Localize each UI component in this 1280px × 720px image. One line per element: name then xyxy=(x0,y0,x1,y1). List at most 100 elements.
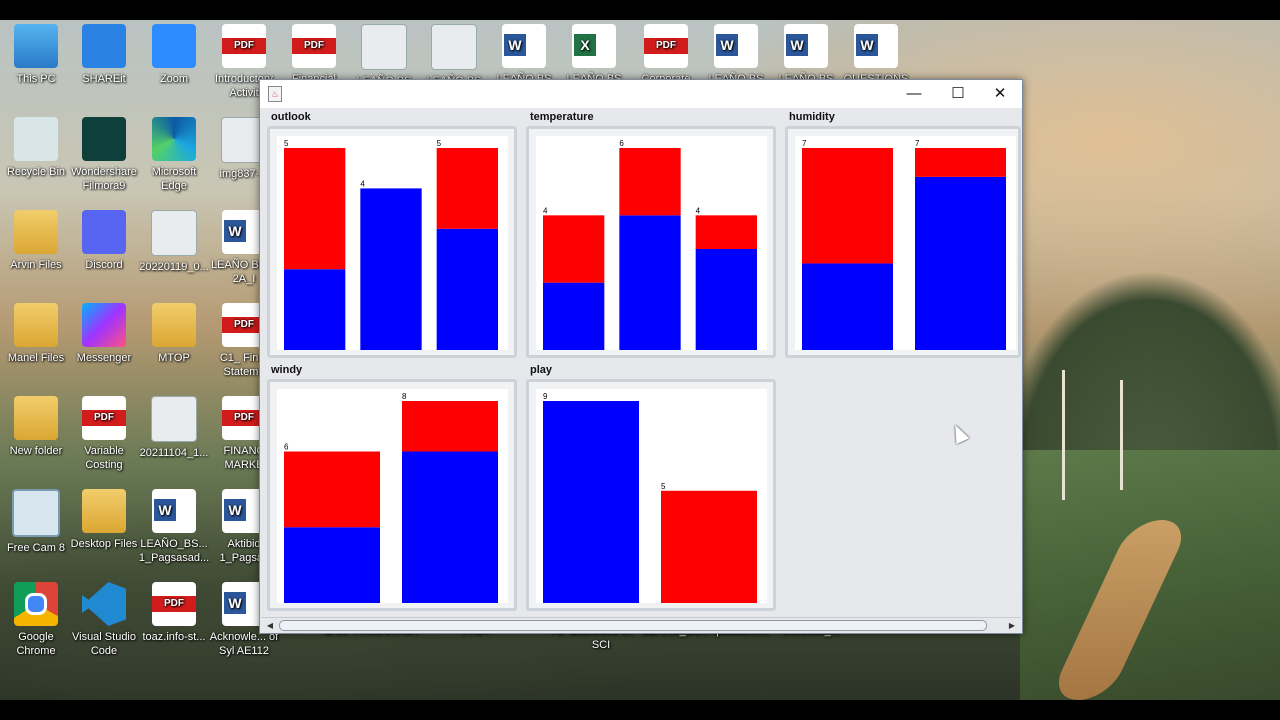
desktop-shortcut[interactable]: Arvin Files xyxy=(0,206,72,296)
desktop-shortcut[interactable]: This PC xyxy=(0,20,72,110)
desktop-icon-label: New folder xyxy=(9,445,63,457)
chrome-icon xyxy=(14,582,58,626)
bar-segment-red xyxy=(661,490,757,603)
panel-frame: 5 4 5 xyxy=(267,126,517,358)
desktop-shortcut[interactable]: Google Chrome xyxy=(0,578,72,668)
desktop-shortcut[interactable]: Free Cam 8 xyxy=(0,485,72,575)
horizontal-scrollbar[interactable]: ◀ ▶ xyxy=(261,617,1021,633)
desktop-icon-label: Wondershare Filmora9 xyxy=(71,166,137,192)
panel-title: play xyxy=(530,364,553,376)
desktop-icon-label: Arvin Files xyxy=(10,259,62,271)
desktop-shortcut[interactable]: toaz.info-st... xyxy=(138,578,210,668)
bar-segment-blue xyxy=(695,249,757,350)
desktop-shortcut[interactable]: Microsoft Edge xyxy=(138,113,210,203)
bar-segment-blue xyxy=(402,451,498,603)
panel-frame: 68 xyxy=(267,379,517,611)
desktop-shortcut[interactable]: Wondershare Filmora9 xyxy=(68,113,140,203)
pdf-file-icon xyxy=(644,24,688,68)
document-thumbnail-icon xyxy=(361,24,407,70)
vscode-icon xyxy=(82,582,126,626)
panel-title: temperature xyxy=(530,111,594,123)
desktop-icon-label: Visual Studio Code xyxy=(71,631,136,657)
bar-segment-blue xyxy=(619,215,681,350)
attribute-panels: outlook 545 temperature 4 6 4 humidity 77 xyxy=(261,109,1021,619)
panel-windy: windy 68 xyxy=(267,364,517,614)
bar-segment-blue xyxy=(802,263,893,350)
scroll-right-icon[interactable]: ▶ xyxy=(1006,620,1018,631)
desktop-icon-label: toaz.info-st... xyxy=(142,631,206,643)
panel-title: humidity xyxy=(789,111,835,123)
pdf-file-icon xyxy=(222,24,266,68)
utility-pole xyxy=(1120,380,1123,490)
bar-segment-red xyxy=(402,401,498,452)
bar-chart: 95 xyxy=(543,392,757,603)
desktop-icon-label: Google Chrome xyxy=(16,631,56,657)
bar-chart: 5 4 5 xyxy=(284,139,498,350)
desktop-shortcut[interactable]: 20211104_1... xyxy=(138,392,210,482)
scroll-left-icon[interactable]: ◀ xyxy=(264,620,276,631)
image-file-icon xyxy=(151,396,197,442)
image-file-icon xyxy=(151,210,197,256)
desktop-shortcut[interactable]: Variable Costing xyxy=(68,392,140,482)
desktop-shortcut[interactable]: Recycle Bin xyxy=(0,113,72,203)
word-file-icon xyxy=(854,24,898,68)
word-file-icon xyxy=(784,24,828,68)
bar-segment-red xyxy=(695,215,757,249)
desktop-shortcut[interactable]: Zoom xyxy=(138,20,210,110)
folder-icon xyxy=(82,489,126,533)
weka-visualize-window: ♨ — ☐ ✕ outlook 5 4 5 temperature 4 6 4 humi… xyxy=(259,79,1023,634)
bar-count-label: 5 xyxy=(661,482,666,491)
bar-count-label: 6 xyxy=(619,139,624,148)
desktop-icon-label: Desktop Files xyxy=(70,538,138,550)
desktop-shortcut[interactable]: MTOP xyxy=(138,299,210,389)
panel-temperature: temperature 4 6 4 xyxy=(526,111,776,361)
desktop-shortcut[interactable]: Desktop Files xyxy=(68,485,140,575)
this-pc-icon xyxy=(14,24,58,68)
chart-area: 77 xyxy=(795,136,1016,350)
bar-count-label: 4 xyxy=(543,206,548,215)
folder-icon xyxy=(14,396,58,440)
close-button[interactable]: ✕ xyxy=(978,80,1022,108)
window-titlebar[interactable]: ♨ — ☐ ✕ xyxy=(260,80,1022,108)
desktop-icon-label: Recycle Bin xyxy=(6,166,66,178)
desktop-shortcut[interactable]: SHAREit xyxy=(68,20,140,110)
bar-chart: 77 xyxy=(802,139,1006,350)
minimize-button[interactable]: — xyxy=(892,80,936,108)
panel-play: play 95 xyxy=(526,364,776,614)
bar-segment-blue xyxy=(543,401,639,603)
desktop-shortcut[interactable]: Manel Files xyxy=(0,299,72,389)
document-thumbnail-icon xyxy=(431,24,477,70)
bar-segment-red xyxy=(543,215,605,283)
excel-file-icon xyxy=(572,24,616,68)
zoom-icon xyxy=(152,24,196,68)
word-file-icon xyxy=(152,489,196,533)
desktop-shortcut[interactable]: Visual Studio Code xyxy=(68,578,140,668)
desktop-shortcut[interactable]: New folder xyxy=(0,392,72,482)
desktop-icon-label: Variable Costing xyxy=(84,445,124,471)
panel-frame: 77 xyxy=(785,126,1021,358)
recycle-bin-icon xyxy=(14,117,58,161)
word-file-icon xyxy=(502,24,546,68)
scrollbar-thumb[interactable] xyxy=(279,620,987,631)
desktop-icon-label: MTOP xyxy=(158,352,190,364)
desktop-shortcut[interactable]: LEAÑO_BS... 1_Pagsasad... xyxy=(138,485,210,575)
shareit-icon xyxy=(82,24,126,68)
letterbox-top xyxy=(0,0,1280,20)
bar-count-label: 4 xyxy=(696,206,701,215)
panel-title: outlook xyxy=(271,111,311,123)
desktop-icon-label: Messenger xyxy=(76,352,132,364)
word-file-icon xyxy=(714,24,758,68)
bar-count-label: 9 xyxy=(543,392,548,401)
desktop-icon-label: Acknowle... of Syl AE112 xyxy=(209,631,279,657)
folder-icon xyxy=(14,303,58,347)
desktop-shortcut[interactable]: Messenger xyxy=(68,299,140,389)
desktop-shortcut[interactable]: Discord xyxy=(68,206,140,296)
bar-segment-red xyxy=(284,451,380,528)
maximize-button[interactable]: ☐ xyxy=(936,80,980,108)
desktop-icon-label: This PC xyxy=(16,73,56,85)
desktop-shortcut[interactable]: 20220119_0... xyxy=(138,206,210,296)
bar-segment-blue xyxy=(436,228,498,350)
desktop-icon-label: 20220119_0... xyxy=(139,261,209,273)
bar-count-label: 6 xyxy=(284,443,289,452)
desktop-icon-label: Free Cam 8 xyxy=(6,542,66,554)
